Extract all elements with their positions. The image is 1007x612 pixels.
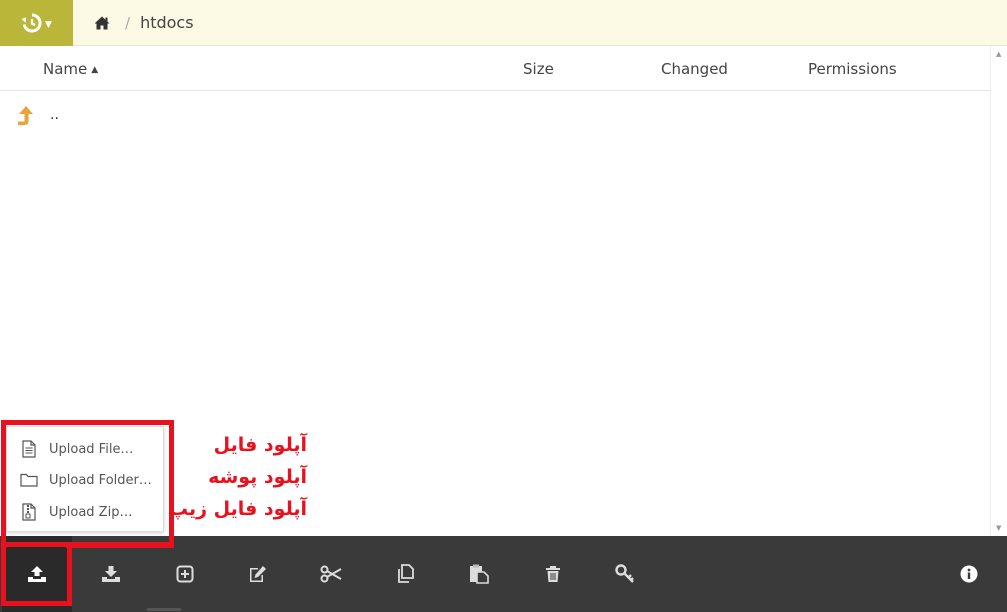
- info-icon: [960, 565, 978, 583]
- history-icon: [21, 12, 42, 32]
- annotation-highlight-box: [1, 420, 174, 547]
- chevron-down-icon: ▼: [45, 19, 52, 30]
- level-up-icon: [17, 105, 35, 131]
- scroll-down-icon[interactable]: ▼: [996, 524, 1001, 532]
- top-bar: ▼ / htdocs: [0, 0, 1007, 46]
- cut-button[interactable]: [296, 536, 366, 612]
- breadcrumb-separator: /: [125, 13, 131, 32]
- column-header-label: Name: [43, 60, 88, 78]
- toolbar-focus-indicator: [147, 608, 181, 611]
- key-icon: [615, 564, 634, 583]
- scroll-up-icon[interactable]: ▲: [996, 50, 1001, 58]
- annotation-upload-zip: آپلود فایل زیپ: [168, 498, 307, 520]
- annotation-highlight-connector: [66, 543, 174, 548]
- info-button[interactable]: [934, 536, 1004, 612]
- scissors-icon: [320, 565, 342, 583]
- annotation-upload-file: آپلود فایل: [213, 434, 307, 456]
- home-icon[interactable]: [93, 14, 111, 32]
- copy-button[interactable]: [370, 536, 440, 612]
- file-manager: ▼ / htdocs Name ▲ Size Changed Permission…: [0, 0, 1007, 612]
- table-header: Name ▲ Size Changed Permissions: [0, 46, 990, 91]
- column-header-size[interactable]: Size: [523, 60, 554, 78]
- column-header-changed[interactable]: Changed: [661, 60, 728, 78]
- rename-button[interactable]: [222, 536, 292, 612]
- delete-button[interactable]: [518, 536, 588, 612]
- permissions-button[interactable]: [590, 536, 660, 612]
- download-icon: [102, 566, 120, 582]
- breadcrumb: / htdocs: [93, 13, 194, 32]
- annotation-upload-folder: آپلود پوشه: [208, 466, 307, 488]
- column-header-name[interactable]: Name ▲: [43, 60, 98, 78]
- column-header-permissions[interactable]: Permissions: [808, 60, 897, 78]
- sort-ascending-icon: ▲: [91, 65, 99, 75]
- app-menu-button[interactable]: ▼: [0, 0, 73, 46]
- plus-square-icon: [176, 565, 194, 583]
- breadcrumb-current[interactable]: htdocs: [140, 13, 194, 32]
- annotation-highlight-box: [1, 543, 72, 606]
- paste-button[interactable]: [444, 536, 514, 612]
- row-name: ..: [50, 107, 59, 123]
- table-row-parent-directory[interactable]: ..: [0, 96, 990, 136]
- trash-icon: [546, 566, 560, 582]
- edit-icon: [250, 566, 266, 582]
- paste-icon: [470, 564, 489, 584]
- copy-icon: [398, 564, 414, 583]
- vertical-scrollbar[interactable]: ▲ ▼: [990, 46, 1007, 536]
